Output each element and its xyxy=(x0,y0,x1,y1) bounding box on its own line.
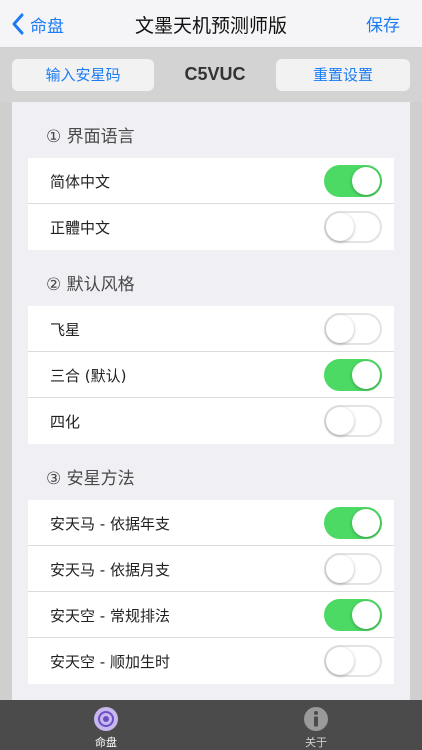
toggle-switch[interactable] xyxy=(324,645,382,677)
setting-label: 简体中文 xyxy=(50,173,111,191)
reset-settings-button[interactable]: 重置设置 xyxy=(276,59,410,91)
toggle-switch[interactable] xyxy=(324,359,382,391)
setting-row: 三合 (默认) xyxy=(28,352,394,398)
disc-icon xyxy=(94,707,118,731)
page-title: 文墨天机预测师版 xyxy=(134,15,287,37)
toggle-knob xyxy=(326,315,354,343)
toggle-knob xyxy=(326,213,354,241)
navigation-bar: 命盘 文墨天机预测师版 保存 xyxy=(0,0,422,48)
setting-row: 安天空 - 常规排法 xyxy=(28,592,394,638)
toggle-knob xyxy=(326,407,354,435)
current-code: C5VUC xyxy=(184,64,246,84)
section-header-style: ② 默认风格 xyxy=(46,275,135,295)
save-button[interactable]: 保存 xyxy=(366,11,400,36)
toggle-switch[interactable] xyxy=(324,313,382,345)
toggle-switch[interactable] xyxy=(324,507,382,539)
toggle-knob xyxy=(352,167,380,195)
section-group-star-method: 安天马 - 依据年支 安天马 - 依据月支 安天空 - 常规排法 安天空 - 顺… xyxy=(28,500,394,684)
toolbar: 输入安星码 C5VUC 重置设置 xyxy=(0,48,422,102)
setting-row: 安天空 - 顺加生时 xyxy=(28,638,394,684)
section-header-language: ① 界面语言 xyxy=(46,127,135,147)
toggle-knob xyxy=(352,601,380,629)
info-icon xyxy=(304,707,328,731)
toggle-knob xyxy=(326,647,354,675)
setting-row: 正體中文 xyxy=(28,204,394,250)
setting-label: 正體中文 xyxy=(50,219,111,237)
section-header-star-method: ③ 安星方法 xyxy=(46,469,135,489)
setting-label: 飞星 xyxy=(50,321,81,339)
settings-list[interactable]: ① 界面语言 简体中文 正體中文 ② 默认风格 飞星 三合 (默认) 四化 ③ … xyxy=(12,102,410,700)
toggle-switch[interactable] xyxy=(324,211,382,243)
setting-label: 安天马 - 依据月支 xyxy=(50,561,170,579)
section-group-style: 飞星 三合 (默认) 四化 xyxy=(28,306,394,444)
toggle-knob xyxy=(326,555,354,583)
setting-row: 四化 xyxy=(28,398,394,444)
input-code-button[interactable]: 输入安星码 xyxy=(12,59,154,91)
setting-label: 安天空 - 常规排法 xyxy=(50,607,170,625)
toggle-switch[interactable] xyxy=(324,599,382,631)
tab-chart[interactable]: 命盘 xyxy=(66,706,146,750)
setting-row: 飞星 xyxy=(28,306,394,352)
toggle-switch[interactable] xyxy=(324,165,382,197)
tab-label: 命盘 xyxy=(95,736,117,749)
toggle-switch[interactable] xyxy=(324,553,382,585)
section-group-language: 简体中文 正體中文 xyxy=(28,158,394,250)
setting-row: 安天马 - 依据月支 xyxy=(28,546,394,592)
setting-label: 三合 (默认) xyxy=(50,367,127,385)
tab-label: 关于 xyxy=(305,736,327,749)
setting-row: 安天马 - 依据年支 xyxy=(28,500,394,546)
toggle-knob xyxy=(352,361,380,389)
setting-row: 简体中文 xyxy=(28,158,394,204)
setting-label: 安天空 - 顺加生时 xyxy=(50,653,170,671)
toggle-switch[interactable] xyxy=(324,405,382,437)
tab-about[interactable]: 关于 xyxy=(276,706,356,750)
setting-label: 安天马 - 依据年支 xyxy=(50,515,170,533)
toggle-knob xyxy=(352,509,380,537)
setting-label: 四化 xyxy=(50,413,81,431)
tab-bar: 命盘 关于 xyxy=(0,700,422,750)
